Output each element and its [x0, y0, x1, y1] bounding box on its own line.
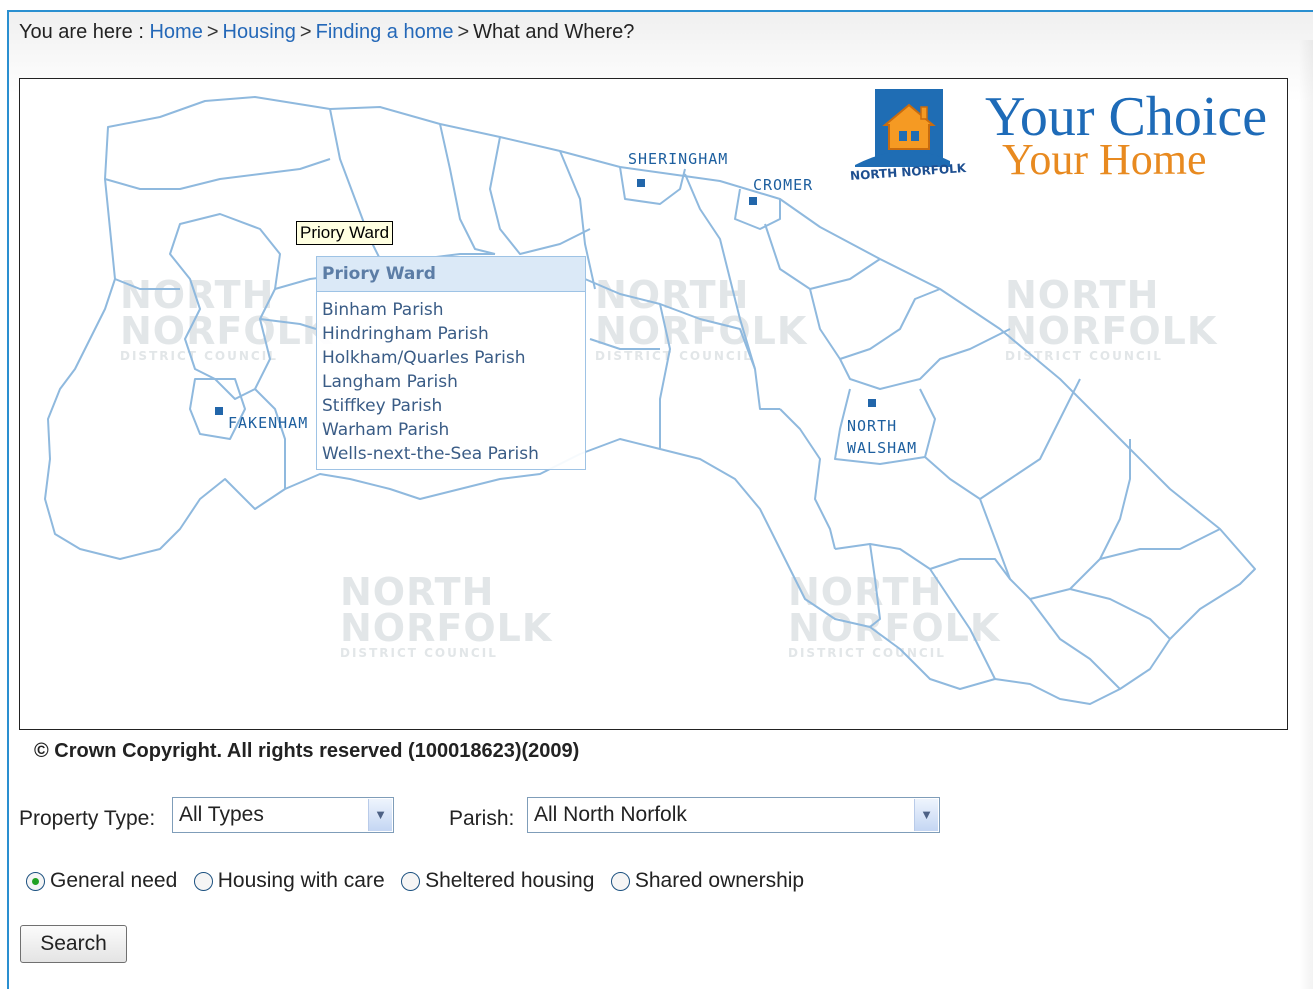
- breadcrumb: You are here : Home > Housing > Finding a ho…: [19, 21, 634, 44]
- house-logo-icon: [855, 89, 950, 167]
- breadcrumb-prefix: You are here :: [19, 21, 144, 43]
- ward-boundary: [589, 338, 660, 350]
- parish-list-item[interactable]: Stiffkey Parish: [322, 394, 585, 418]
- ward-boundary: [254, 388, 286, 489]
- ward-boundary: [779, 408, 836, 550]
- ward-boundary: [659, 303, 671, 449]
- ward-boundary: [754, 368, 780, 410]
- ward-boundary: [1069, 588, 1171, 640]
- ward-boundary: [104, 158, 331, 190]
- property-type-value: All Types: [179, 803, 264, 826]
- ward-boundary: [329, 108, 386, 270]
- fakenham-label: FAKENHAM: [228, 414, 309, 432]
- fakenham-marker[interactable]: [215, 407, 223, 415]
- ward-boundary: [114, 278, 180, 290]
- north-walsham-label-line1: NORTH: [847, 417, 898, 435]
- parish-value: All North Norfolk: [534, 803, 687, 826]
- parish-list-item[interactable]: Hindringham Parish: [322, 322, 585, 346]
- your-choice-your-home-logo: NORTH NORFOLK Your Choice Your Home: [850, 87, 1280, 197]
- north-walsham-label-line2: WALSHAM: [847, 439, 918, 457]
- breadcrumb-current: What and Where?: [473, 21, 635, 43]
- ward-boundary: [169, 213, 281, 400]
- ward-popup: Priory Ward Binham Parish Hindringham Pa…: [316, 256, 586, 470]
- ward-tooltip: Priory Ward: [296, 221, 394, 245]
- ward-boundary: [809, 288, 941, 360]
- breadcrumb-link-home[interactable]: Home: [149, 21, 202, 43]
- housing-need-radio-group: General need Housing with care Sheltered…: [26, 869, 816, 893]
- radio-shared-ownership[interactable]: [610, 871, 630, 891]
- parish-list-item[interactable]: Langham Parish: [322, 370, 585, 394]
- page-shadow: [1299, 40, 1313, 989]
- breadcrumb-separator: >: [299, 21, 312, 43]
- chevron-down-icon[interactable]: ▼: [368, 799, 392, 831]
- ward-boundary: [1099, 528, 1221, 560]
- logo-line2: Your Home: [1002, 135, 1207, 184]
- ward-boundary: [979, 439, 1131, 600]
- chevron-down-icon[interactable]: ▼: [914, 799, 938, 831]
- parish-list-item[interactable]: Wells-next-the-Sea Parish: [322, 442, 585, 466]
- radio-label-general-need[interactable]: General need: [50, 869, 177, 893]
- parish-list-item[interactable]: Warham Parish: [322, 418, 585, 442]
- ward-boundary: [929, 558, 1011, 580]
- radio-label-housing-with-care[interactable]: Housing with care: [218, 869, 385, 893]
- sheringham-marker[interactable]: [637, 179, 645, 187]
- radio-label-sheltered-housing[interactable]: Sheltered housing: [425, 869, 594, 893]
- property-type-select[interactable]: All Types ▼: [172, 797, 394, 833]
- north-walsham-marker[interactable]: [868, 399, 876, 407]
- parish-list-item[interactable]: Holkham/Quarles Parish: [322, 346, 585, 370]
- ward-boundary: [924, 378, 1081, 500]
- breadcrumb-link-finding-a-home[interactable]: Finding a home: [316, 21, 454, 43]
- ward-popup-title: Priory Ward: [317, 257, 585, 292]
- cromer-label: CROMER: [753, 176, 814, 194]
- ward-boundary: [259, 318, 317, 330]
- parish-select[interactable]: All North Norfolk ▼: [527, 797, 940, 833]
- ward-boundary: [439, 123, 496, 255]
- radio-general-need[interactable]: [26, 871, 45, 891]
- breadcrumb-separator: >: [457, 21, 470, 43]
- cromer-marker[interactable]: [749, 197, 757, 205]
- radio-housing-with-care[interactable]: [193, 871, 213, 891]
- ward-boundary: [764, 223, 881, 290]
- ward-boundary: [834, 543, 996, 680]
- breadcrumb-separator: >: [206, 21, 219, 43]
- ward-boundary: [584, 278, 756, 370]
- ward-boundary: [839, 328, 1011, 390]
- sheringham-label: SHERINGHAM: [628, 150, 729, 168]
- breadcrumb-link-housing[interactable]: Housing: [223, 21, 296, 43]
- property-type-label: Property Type:: [19, 807, 156, 830]
- district-map[interactable]: NORTH NORFOLK DISTRICT COUNCIL NORTH NORFO…: [19, 78, 1288, 730]
- parish-list-item[interactable]: Binham Parish: [322, 298, 585, 322]
- copyright-notice: © Crown Copyright. All rights reserved (…: [34, 740, 580, 762]
- ward-boundary: [1029, 598, 1121, 690]
- parish-list: Binham Parish Hindringham Parish Holkham…: [317, 298, 585, 466]
- ward-boundary: [869, 543, 881, 628]
- parish-label: Parish:: [449, 807, 515, 830]
- radio-sheltered-housing[interactable]: [401, 871, 421, 891]
- search-button[interactable]: Search: [20, 925, 127, 963]
- radio-label-shared-ownership[interactable]: Shared ownership: [635, 869, 804, 893]
